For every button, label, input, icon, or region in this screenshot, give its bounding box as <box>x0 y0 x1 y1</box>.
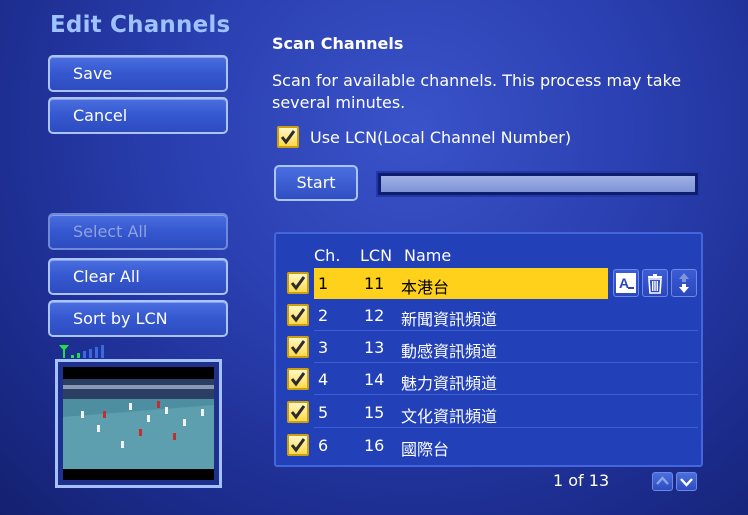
video-preview <box>55 359 222 488</box>
scan-description: Scan for available channels. This proces… <box>272 71 682 112</box>
channel-checkbox[interactable] <box>287 336 309 358</box>
channel-checkbox[interactable] <box>287 304 309 326</box>
channel-row[interactable]: 5 15 文化資訊頻道 <box>284 397 698 428</box>
row-highlight <box>314 268 608 299</box>
channel-name: 國際台 <box>401 440 450 459</box>
page-indicator: 1 of 13 <box>553 471 610 490</box>
channel-row[interactable]: 1 11 本港台 A <box>284 268 698 299</box>
use-lcn-checkbox[interactable] <box>277 126 299 148</box>
channel-number: 2 <box>318 306 329 325</box>
select-all-button[interactable]: Select All <box>48 213 228 250</box>
channel-row[interactable]: 3 13 動感資訊頻道 <box>284 332 698 363</box>
header-name: Name <box>404 246 452 265</box>
channel-checkbox[interactable] <box>287 401 309 423</box>
svg-text:A: A <box>619 275 629 291</box>
header-lcn: LCN <box>360 246 393 265</box>
channel-list: Ch. LCN Name 1 11 本港台 A 2 12 新聞資訊頻道 3 13 <box>274 232 703 467</box>
channel-name: 動感資訊頻道 <box>401 342 498 361</box>
checkmark-icon <box>290 276 306 291</box>
scan-progress-bar <box>376 171 700 197</box>
scan-title: Scan Channels <box>272 34 404 53</box>
row-divider <box>314 330 698 331</box>
channel-lcn: 13 <box>364 338 385 357</box>
progress-fill <box>381 176 695 192</box>
channel-lcn: 14 <box>364 370 385 389</box>
channel-checkbox[interactable] <box>287 434 309 456</box>
channel-lcn: 16 <box>364 436 385 455</box>
channel-name: 新聞資訊頻道 <box>401 310 498 329</box>
checkmark-icon <box>290 372 306 387</box>
use-lcn-label: Use LCN(Local Channel Number) <box>310 128 572 147</box>
signal-strength-icon <box>57 343 117 358</box>
save-button[interactable]: Save <box>48 55 228 92</box>
channel-number: 6 <box>318 436 329 455</box>
channel-row[interactable]: 6 16 國際台 <box>284 430 698 461</box>
channel-number: 1 <box>318 274 329 293</box>
channel-number: 4 <box>318 370 329 389</box>
start-scan-button[interactable]: Start <box>274 165 358 201</box>
channel-checkbox[interactable] <box>287 272 309 294</box>
channel-checkbox[interactable] <box>287 368 309 390</box>
row-divider <box>314 362 698 363</box>
row-divider <box>314 394 698 395</box>
checkmark-icon <box>290 308 306 323</box>
channel-name: 文化資訊頻道 <box>401 407 498 426</box>
channel-name: 本港台 <box>401 278 450 297</box>
channel-number: 5 <box>318 403 329 422</box>
channel-name: 魅力資訊頻道 <box>401 374 498 393</box>
page-title: Edit Channels <box>50 12 231 38</box>
checkmark-icon <box>290 405 306 420</box>
chevron-down-icon[interactable] <box>676 472 697 491</box>
channel-lcn: 11 <box>364 274 385 293</box>
cancel-button[interactable]: Cancel <box>48 97 228 134</box>
checkmark-icon <box>290 438 306 453</box>
header-ch: Ch. <box>314 246 341 265</box>
row-divider <box>314 427 698 428</box>
video-screen <box>63 367 214 480</box>
rename-icon[interactable]: A <box>613 269 639 297</box>
trash-icon[interactable] <box>642 269 668 297</box>
channel-row[interactable]: 2 12 新聞資訊頻道 <box>284 300 698 331</box>
chevron-up-icon[interactable] <box>652 472 673 491</box>
channel-row[interactable]: 4 14 魅力資訊頻道 <box>284 364 698 395</box>
move-up-down-icon[interactable] <box>671 269 697 297</box>
channel-lcn: 12 <box>364 306 385 325</box>
use-lcn-option[interactable]: Use LCN(Local Channel Number) <box>277 126 571 152</box>
channel-lcn: 15 <box>364 403 385 422</box>
channel-number: 3 <box>318 338 329 357</box>
clear-all-button[interactable]: Clear All <box>48 258 228 295</box>
checkmark-icon <box>290 340 306 355</box>
sort-by-lcn-button[interactable]: Sort by LCN <box>48 300 228 337</box>
checkmark-icon <box>280 130 296 145</box>
